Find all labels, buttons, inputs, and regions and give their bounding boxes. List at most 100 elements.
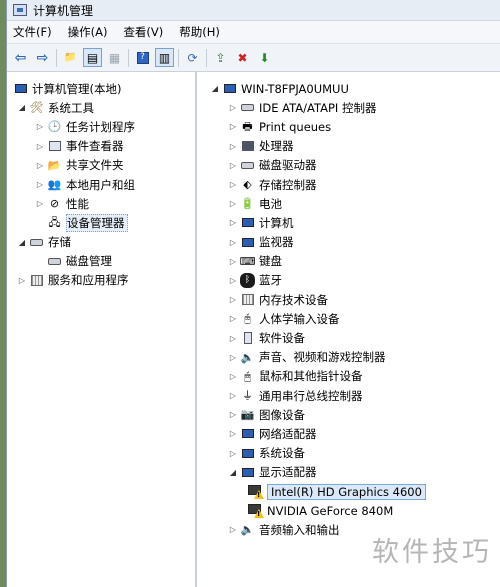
device-category-system[interactable]: ▷ 系统设备 [204,444,500,463]
device-category-label: 通用串行总线控制器 [259,388,363,403]
collapse-arrow-icon[interactable]: ◢ [17,237,27,247]
details-view-button[interactable]: ▥ [155,48,174,67]
collapse-arrow-icon[interactable]: ◢ [228,467,238,477]
tree-item-device-manager[interactable]: 🖧 设备管理器 [7,213,195,232]
expand-arrow-icon[interactable]: ▷ [228,218,238,228]
expand-arrow-icon[interactable]: ▷ [35,199,45,209]
device-category-imaging[interactable]: ▷ 📷 图像设备 [204,405,500,424]
help-button[interactable]: ? [133,48,152,67]
expand-arrow-icon[interactable]: ▷ [228,314,238,324]
properties-button[interactable]: ▦ [105,48,124,67]
expand-arrow-icon[interactable]: ▷ [228,352,238,362]
expand-arrow-icon[interactable]: ▷ [228,333,238,343]
expand-arrow-icon[interactable]: ▷ [228,103,238,113]
tree-item-event-viewer[interactable]: ▷ 事件查看器 [7,137,195,156]
toolbar-separator [56,48,57,67]
collapse-arrow-icon[interactable]: ◢ [210,84,220,94]
expand-arrow-icon[interactable]: ▷ [228,122,238,132]
device-category-label: 电池 [259,196,282,211]
device-category-battery[interactable]: ▷ 🔋 电池 [204,194,500,213]
device-category-label: 监视器 [259,235,294,250]
expand-arrow-icon[interactable]: ▷ [228,429,238,439]
back-button[interactable]: ⇦ [11,48,30,67]
device-category-print-queues[interactable]: ▷ 🖶 Print queues [204,117,500,136]
expand-arrow-icon[interactable]: ▷ [228,141,238,151]
forward-button[interactable]: ⇨ [33,48,52,67]
expand-arrow-icon[interactable]: ▷ [35,160,45,170]
usb-icon: ⏚ [242,389,253,403]
device-category-computer[interactable]: ▷ 计算机 [204,213,500,232]
device-category-mouse[interactable]: ▷ 🖱 鼠标和其他指针设备 [204,367,500,386]
device-category-memory-tech[interactable]: ▷ 内存技术设备 [204,290,500,309]
device-category-label: 存储控制器 [259,177,317,192]
device-category-label: 磁盘驱动器 [259,158,317,173]
device-category-label: 图像设备 [259,407,305,422]
expand-arrow-icon[interactable]: ▷ [17,275,27,285]
device-tree-root[interactable]: ◢ WIN-T8FPJA0UMUU [204,79,500,98]
toolbar-separator [128,48,129,67]
device-category-bluetooth[interactable]: ▷ ᛒ 蓝牙 [204,271,500,290]
menu-view[interactable]: 查看(V) [123,24,163,40]
disk-drive-icon [240,158,255,173]
enable-device-button[interactable]: ⬇ [255,48,274,67]
menu-help[interactable]: 帮助(H) [179,24,220,40]
scan-hardware-button[interactable]: ⟳ [183,48,202,67]
system-tools-icon: 🛠 [29,101,44,115]
menu-action[interactable]: 操作(A) [68,24,108,40]
tree-item-shared-folders[interactable]: ▷ 📂 共享文件夹 [7,156,195,175]
expand-arrow-icon[interactable]: ▷ [228,295,238,305]
device-category-keyboards[interactable]: ▷ ⌨ 键盘 [204,252,500,271]
expand-arrow-icon[interactable]: ▷ [228,448,238,458]
device-category-monitors[interactable]: ▷ 监视器 [204,233,500,252]
computer-name: WIN-T8FPJA0UMUU [241,81,349,96]
collapse-arrow-icon[interactable]: ◢ [17,103,27,113]
device-category-network[interactable]: ▷ 网络适配器 [204,424,500,443]
tree-group-services-apps[interactable]: ▷ 服务和应用程序 [7,271,195,290]
up-one-level-button[interactable]: 📁 [61,48,80,67]
device-category-processor[interactable]: ▷ 处理器 [204,137,500,156]
tree-item-performance[interactable]: ▷ ⊘ 性能 [7,194,195,213]
expand-arrow-icon[interactable]: ▷ [228,160,238,170]
device-category-display-adapters[interactable]: ◢ 显示适配器 [204,463,500,482]
device-category-sound[interactable]: ▷ 🔈 声音、视频和游戏控制器 [204,348,500,367]
expand-arrow-icon[interactable]: ▷ [228,275,238,285]
expand-arrow-icon[interactable]: ▷ [35,180,45,190]
tree-item-task-scheduler[interactable]: ▷ 🕒 任务计划程序 [7,117,195,136]
computer-management-window: 计算机管理 文件(F) 操作(A) 查看(V) 帮助(H) ⇦ ⇨ 📁 ▤ ▦ … [6,0,500,587]
uninstall-device-button[interactable]: ✖ [233,48,252,67]
device-category-software[interactable]: ▷ 软件设备 [204,328,500,347]
device-item-intel-hd[interactable]: Intel(R) HD Graphics 4600 [204,482,500,501]
tree-group-system-tools[interactable]: ◢ 🛠 系统工具 [7,98,195,117]
storage-controller-icon: ⬖ [243,178,252,192]
watermark-text: 软件技巧 [372,537,492,568]
expand-arrow-icon[interactable]: ▷ [228,391,238,401]
expand-arrow-icon[interactable]: ▷ [228,410,238,420]
tree-item-label: 事件查看器 [66,139,124,154]
expand-arrow-icon[interactable]: ▷ [228,237,238,247]
tree-group-storage[interactable]: ◢ 存储 [7,233,195,252]
tree-item-disk-management[interactable]: 磁盘管理 [7,252,195,271]
menu-file[interactable]: 文件(F) [13,24,52,40]
expand-arrow-icon[interactable]: ▷ [228,256,238,266]
device-category-ide[interactable]: ▷ IDE ATA/ATAPI 控制器 [204,98,500,117]
window-title: 计算机管理 [33,3,94,18]
update-driver-button[interactable]: ⇪ [211,48,230,67]
show-hide-console-tree-button[interactable]: ▤ [83,48,102,67]
performance-icon: ⊘ [49,197,60,211]
device-category-storage-controllers[interactable]: ▷ ⬖ 存储控制器 [204,175,500,194]
device-item-nvidia[interactable]: NVIDIA GeForce 840M [204,501,500,520]
device-category-disk-drives[interactable]: ▷ 磁盘驱动器 [204,156,500,175]
expand-arrow-icon[interactable]: ▷ [228,180,238,190]
expand-arrow-icon[interactable]: ▷ [35,141,45,151]
expand-arrow-icon[interactable]: ▷ [228,199,238,209]
scan-hardware-icon: ⟳ [187,50,198,65]
tree-item-local-users[interactable]: ▷ 👥 本地用户和组 [7,175,195,194]
expand-arrow-icon[interactable]: ▷ [228,525,238,535]
tree-root[interactable]: 计算机管理(本地) [7,79,195,98]
expand-arrow-icon[interactable]: ▷ [228,371,238,381]
expand-arrow-icon[interactable]: ▷ [35,122,45,132]
show-hide-tree-icon: ▤ [86,50,99,65]
device-category-usb[interactable]: ▷ ⏚ 通用串行总线控制器 [204,386,500,405]
device-category-hid[interactable]: ▷ 🖰 人体学输入设备 [204,309,500,328]
content-panes: 计算机管理(本地) ◢ 🛠 系统工具 ▷ 🕒 任务计划程序 ▷ 事件查看器 ▷ … [7,71,500,587]
